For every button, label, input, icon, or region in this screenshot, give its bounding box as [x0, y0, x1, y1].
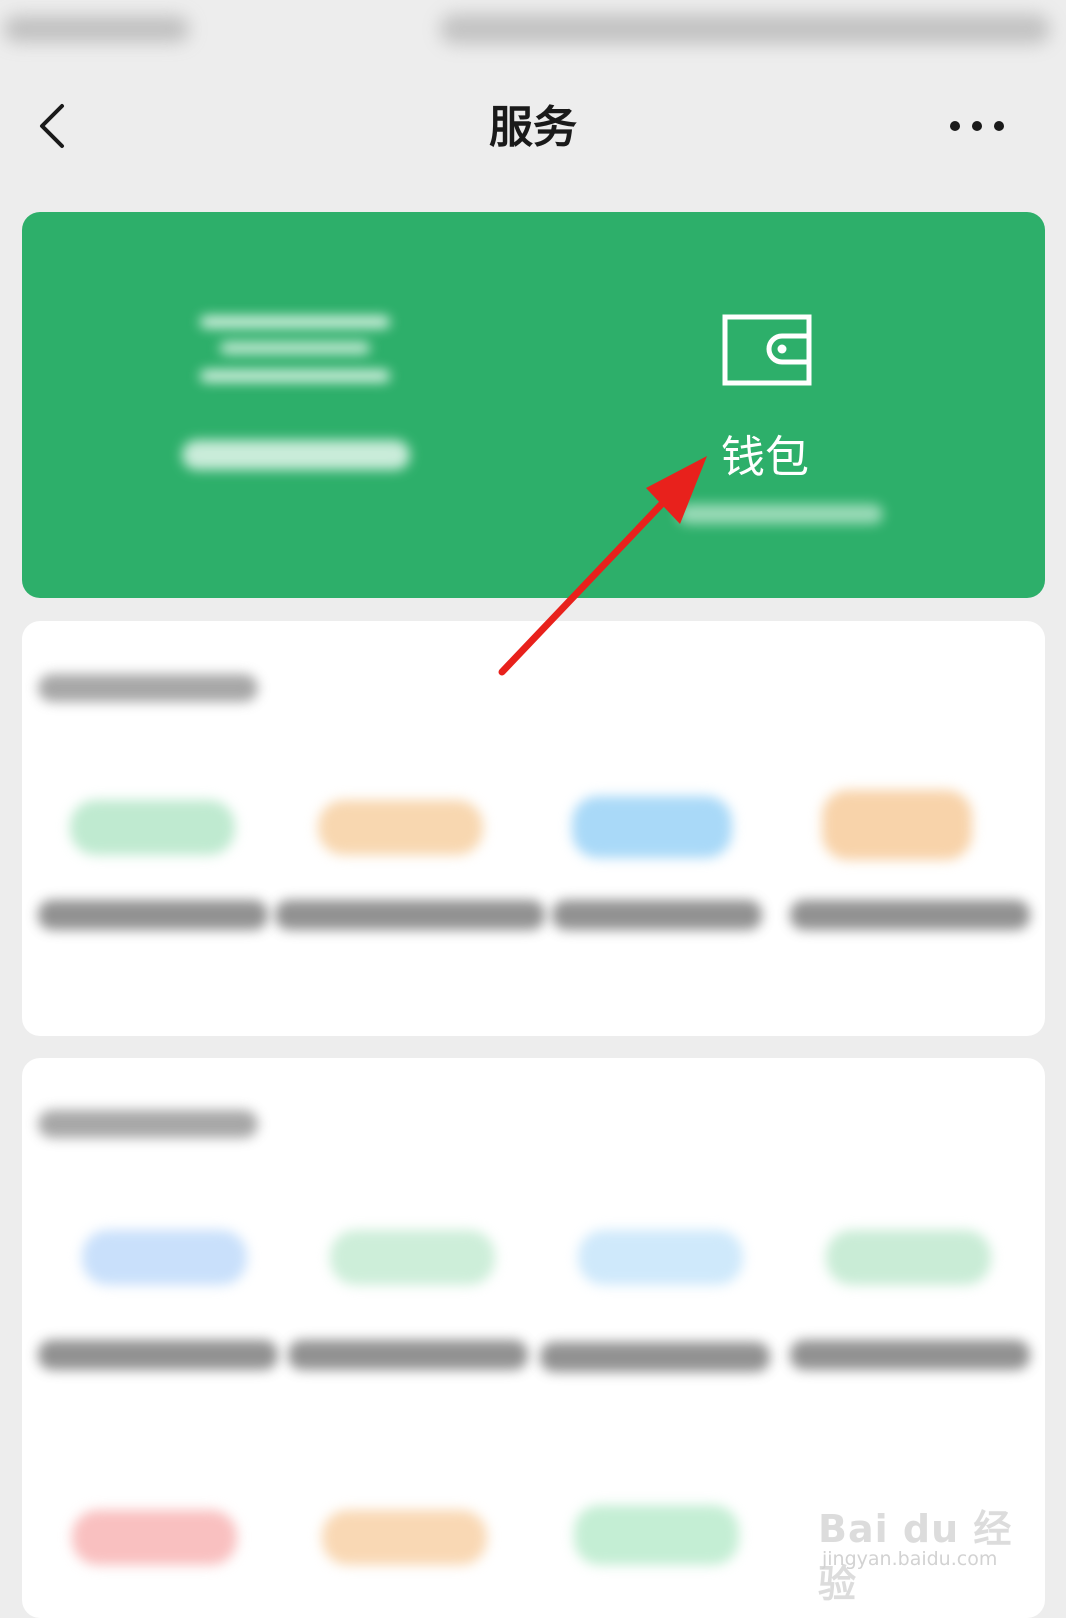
- service-label-4-blurred: [790, 900, 1030, 930]
- service-icon-1[interactable]: [70, 800, 235, 855]
- service-icon-10[interactable]: [322, 1510, 487, 1565]
- money-label-blurred: [182, 440, 410, 470]
- more-options-button[interactable]: [950, 108, 1010, 140]
- service-label-1-blurred: [38, 900, 268, 930]
- watermark-url: jingyan.baidu.com: [822, 1548, 998, 1570]
- service-icon-11[interactable]: [574, 1505, 739, 1565]
- service-label-5-blurred: [38, 1340, 278, 1370]
- wallet-icon: [722, 314, 812, 386]
- service-icon-5[interactable]: [82, 1230, 247, 1285]
- status-bar-right-blurred: [440, 14, 1050, 44]
- baidu-jingyan-watermark: Bai du 经验 jingyan.baidu.com: [818, 1488, 1028, 1606]
- service-label-7-blurred: [540, 1342, 770, 1372]
- service-icon-2[interactable]: [318, 800, 483, 855]
- more-dot: [972, 121, 982, 131]
- more-dot: [994, 121, 1004, 131]
- service-icon-3[interactable]: [572, 796, 732, 858]
- section-1-title-blurred: [38, 674, 258, 702]
- service-label-8-blurred: [790, 1340, 1030, 1370]
- service-label-2-blurred: [275, 900, 545, 930]
- service-label-6-blurred: [288, 1340, 528, 1370]
- section-2-title-blurred: [38, 1110, 258, 1138]
- more-dots-icon: [950, 121, 960, 131]
- annotation-arrow: [480, 440, 730, 690]
- service-icon-7[interactable]: [578, 1230, 743, 1285]
- service-icon-9[interactable]: [72, 1510, 237, 1565]
- service-icon-8[interactable]: [826, 1230, 991, 1285]
- status-bar-left-blurred: [4, 16, 189, 42]
- page-title: 服务: [489, 102, 577, 153]
- service-label-3-blurred: [552, 900, 762, 930]
- money-icon-blurred[interactable]: [200, 312, 390, 384]
- service-icon-4[interactable]: [822, 790, 972, 860]
- wallet-button[interactable]: [722, 314, 814, 388]
- service-icon-6[interactable]: [330, 1230, 495, 1285]
